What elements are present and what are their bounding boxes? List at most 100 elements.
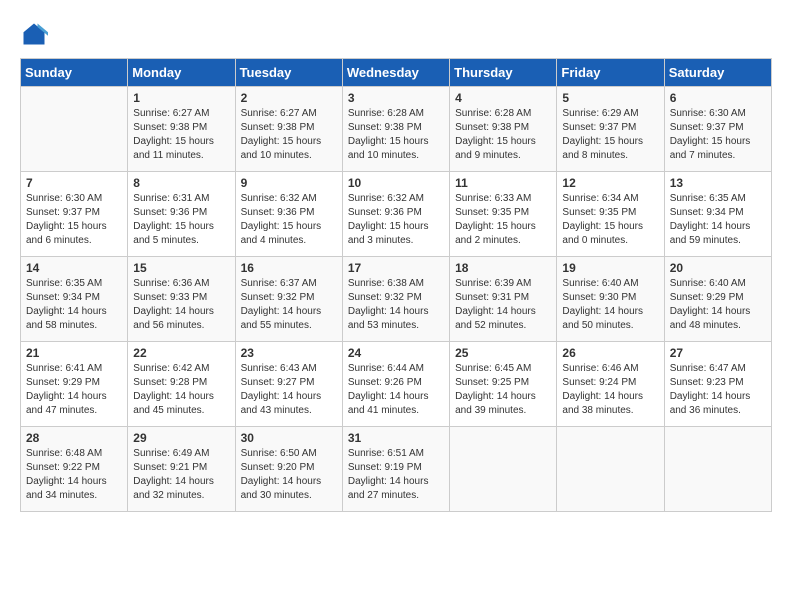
day-cell (557, 427, 664, 512)
day-info: Sunrise: 6:29 AM Sunset: 9:37 PM Dayligh… (562, 107, 658, 163)
day-number: 16 (241, 261, 337, 275)
day-number: 26 (562, 346, 658, 360)
day-info: Sunrise: 6:30 AM Sunset: 9:37 PM Dayligh… (670, 107, 766, 163)
day-cell: 18 Sunrise: 6:39 AM Sunset: 9:31 PM Dayli… (450, 257, 557, 342)
day-number: 21 (26, 346, 122, 360)
day-cell: 20 Sunrise: 6:40 AM Sunset: 9:29 PM Dayli… (664, 257, 771, 342)
day-number: 19 (562, 261, 658, 275)
logo (20, 20, 52, 48)
day-cell: 24 Sunrise: 6:44 AM Sunset: 9:26 PM Dayli… (342, 342, 449, 427)
day-number: 29 (133, 431, 229, 445)
day-info: Sunrise: 6:40 AM Sunset: 9:29 PM Dayligh… (670, 277, 766, 333)
logo-icon (20, 20, 48, 48)
day-info: Sunrise: 6:47 AM Sunset: 9:23 PM Dayligh… (670, 362, 766, 418)
day-info: Sunrise: 6:28 AM Sunset: 9:38 PM Dayligh… (348, 107, 444, 163)
day-cell: 29 Sunrise: 6:49 AM Sunset: 9:21 PM Dayli… (128, 427, 235, 512)
day-number: 31 (348, 431, 444, 445)
day-cell: 7 Sunrise: 6:30 AM Sunset: 9:37 PM Daylig… (21, 172, 128, 257)
day-info: Sunrise: 6:38 AM Sunset: 9:32 PM Dayligh… (348, 277, 444, 333)
day-info: Sunrise: 6:49 AM Sunset: 9:21 PM Dayligh… (133, 447, 229, 503)
day-cell: 12 Sunrise: 6:34 AM Sunset: 9:35 PM Dayli… (557, 172, 664, 257)
day-info: Sunrise: 6:31 AM Sunset: 9:36 PM Dayligh… (133, 192, 229, 248)
day-info: Sunrise: 6:32 AM Sunset: 9:36 PM Dayligh… (348, 192, 444, 248)
day-info: Sunrise: 6:27 AM Sunset: 9:38 PM Dayligh… (133, 107, 229, 163)
column-header-friday: Friday (557, 59, 664, 87)
day-number: 15 (133, 261, 229, 275)
day-cell: 17 Sunrise: 6:38 AM Sunset: 9:32 PM Dayli… (342, 257, 449, 342)
day-number: 20 (670, 261, 766, 275)
day-cell: 2 Sunrise: 6:27 AM Sunset: 9:38 PM Daylig… (235, 87, 342, 172)
day-info: Sunrise: 6:28 AM Sunset: 9:38 PM Dayligh… (455, 107, 551, 163)
column-header-wednesday: Wednesday (342, 59, 449, 87)
day-number: 23 (241, 346, 337, 360)
day-cell (450, 427, 557, 512)
day-info: Sunrise: 6:51 AM Sunset: 9:19 PM Dayligh… (348, 447, 444, 503)
day-number: 22 (133, 346, 229, 360)
day-cell: 4Sunrise: 6:28 AM Sunset: 9:38 PM Daylig… (450, 87, 557, 172)
day-number: 27 (670, 346, 766, 360)
day-info: Sunrise: 6:37 AM Sunset: 9:32 PM Dayligh… (241, 277, 337, 333)
day-cell: 23Sunrise: 6:43 AM Sunset: 9:27 PM Dayli… (235, 342, 342, 427)
day-cell: 28 Sunrise: 6:48 AM Sunset: 9:22 PM Dayli… (21, 427, 128, 512)
day-number: 2 (241, 91, 337, 105)
day-number: 13 (670, 176, 766, 190)
day-number: 10 (348, 176, 444, 190)
day-info: Sunrise: 6:46 AM Sunset: 9:24 PM Dayligh… (562, 362, 658, 418)
column-header-thursday: Thursday (450, 59, 557, 87)
week-row-2: 7 Sunrise: 6:30 AM Sunset: 9:37 PM Daylig… (21, 172, 772, 257)
day-cell (664, 427, 771, 512)
day-cell: 1Sunrise: 6:27 AM Sunset: 9:38 PM Daylig… (128, 87, 235, 172)
day-number: 12 (562, 176, 658, 190)
day-cell (21, 87, 128, 172)
day-cell: 11Sunrise: 6:33 AM Sunset: 9:35 PM Dayli… (450, 172, 557, 257)
day-cell: 26 Sunrise: 6:46 AM Sunset: 9:24 PM Dayli… (557, 342, 664, 427)
day-cell: 19 Sunrise: 6:40 AM Sunset: 9:30 PM Dayli… (557, 257, 664, 342)
day-cell: 6 Sunrise: 6:30 AM Sunset: 9:37 PM Daylig… (664, 87, 771, 172)
day-info: Sunrise: 6:35 AM Sunset: 9:34 PM Dayligh… (670, 192, 766, 248)
day-cell: 8 Sunrise: 6:31 AM Sunset: 9:36 PM Daylig… (128, 172, 235, 257)
day-cell: 9 Sunrise: 6:32 AM Sunset: 9:36 PM Daylig… (235, 172, 342, 257)
week-row-3: 14 Sunrise: 6:35 AM Sunset: 9:34 PM Dayli… (21, 257, 772, 342)
day-info: Sunrise: 6:30 AM Sunset: 9:37 PM Dayligh… (26, 192, 122, 248)
day-cell: 10 Sunrise: 6:32 AM Sunset: 9:36 PM Dayli… (342, 172, 449, 257)
day-info: Sunrise: 6:45 AM Sunset: 9:25 PM Dayligh… (455, 362, 551, 418)
day-info: Sunrise: 6:41 AM Sunset: 9:29 PM Dayligh… (26, 362, 122, 418)
day-info: Sunrise: 6:36 AM Sunset: 9:33 PM Dayligh… (133, 277, 229, 333)
week-row-1: 1Sunrise: 6:27 AM Sunset: 9:38 PM Daylig… (21, 87, 772, 172)
day-number: 24 (348, 346, 444, 360)
day-info: Sunrise: 6:42 AM Sunset: 9:28 PM Dayligh… (133, 362, 229, 418)
day-info: Sunrise: 6:48 AM Sunset: 9:22 PM Dayligh… (26, 447, 122, 503)
day-info: Sunrise: 6:35 AM Sunset: 9:34 PM Dayligh… (26, 277, 122, 333)
week-row-4: 21 Sunrise: 6:41 AM Sunset: 9:29 PM Dayli… (21, 342, 772, 427)
day-cell: 5 Sunrise: 6:29 AM Sunset: 9:37 PM Daylig… (557, 87, 664, 172)
day-number: 18 (455, 261, 551, 275)
day-info: Sunrise: 6:39 AM Sunset: 9:31 PM Dayligh… (455, 277, 551, 333)
day-number: 6 (670, 91, 766, 105)
day-number: 8 (133, 176, 229, 190)
week-row-5: 28 Sunrise: 6:48 AM Sunset: 9:22 PM Dayli… (21, 427, 772, 512)
day-number: 5 (562, 91, 658, 105)
day-cell: 27 Sunrise: 6:47 AM Sunset: 9:23 PM Dayli… (664, 342, 771, 427)
day-cell: 15 Sunrise: 6:36 AM Sunset: 9:33 PM Dayli… (128, 257, 235, 342)
day-cell: 14 Sunrise: 6:35 AM Sunset: 9:34 PM Dayli… (21, 257, 128, 342)
day-header-row: SundayMondayTuesdayWednesdayThursdayFrid… (21, 59, 772, 87)
day-cell: 30Sunrise: 6:50 AM Sunset: 9:20 PM Dayli… (235, 427, 342, 512)
day-info: Sunrise: 6:27 AM Sunset: 9:38 PM Dayligh… (241, 107, 337, 163)
day-cell: 21 Sunrise: 6:41 AM Sunset: 9:29 PM Dayli… (21, 342, 128, 427)
calendar-table: SundayMondayTuesdayWednesdayThursdayFrid… (20, 58, 772, 512)
day-number: 9 (241, 176, 337, 190)
column-header-monday: Monday (128, 59, 235, 87)
day-number: 3 (348, 91, 444, 105)
day-number: 14 (26, 261, 122, 275)
day-info: Sunrise: 6:44 AM Sunset: 9:26 PM Dayligh… (348, 362, 444, 418)
day-info: Sunrise: 6:32 AM Sunset: 9:36 PM Dayligh… (241, 192, 337, 248)
day-cell: 16 Sunrise: 6:37 AM Sunset: 9:32 PM Dayli… (235, 257, 342, 342)
day-number: 17 (348, 261, 444, 275)
day-cell: 3 Sunrise: 6:28 AM Sunset: 9:38 PM Daylig… (342, 87, 449, 172)
day-info: Sunrise: 6:50 AM Sunset: 9:20 PM Dayligh… (241, 447, 337, 503)
day-cell: 31 Sunrise: 6:51 AM Sunset: 9:19 PM Dayli… (342, 427, 449, 512)
day-info: Sunrise: 6:34 AM Sunset: 9:35 PM Dayligh… (562, 192, 658, 248)
day-info: Sunrise: 6:40 AM Sunset: 9:30 PM Dayligh… (562, 277, 658, 333)
day-number: 28 (26, 431, 122, 445)
day-number: 7 (26, 176, 122, 190)
